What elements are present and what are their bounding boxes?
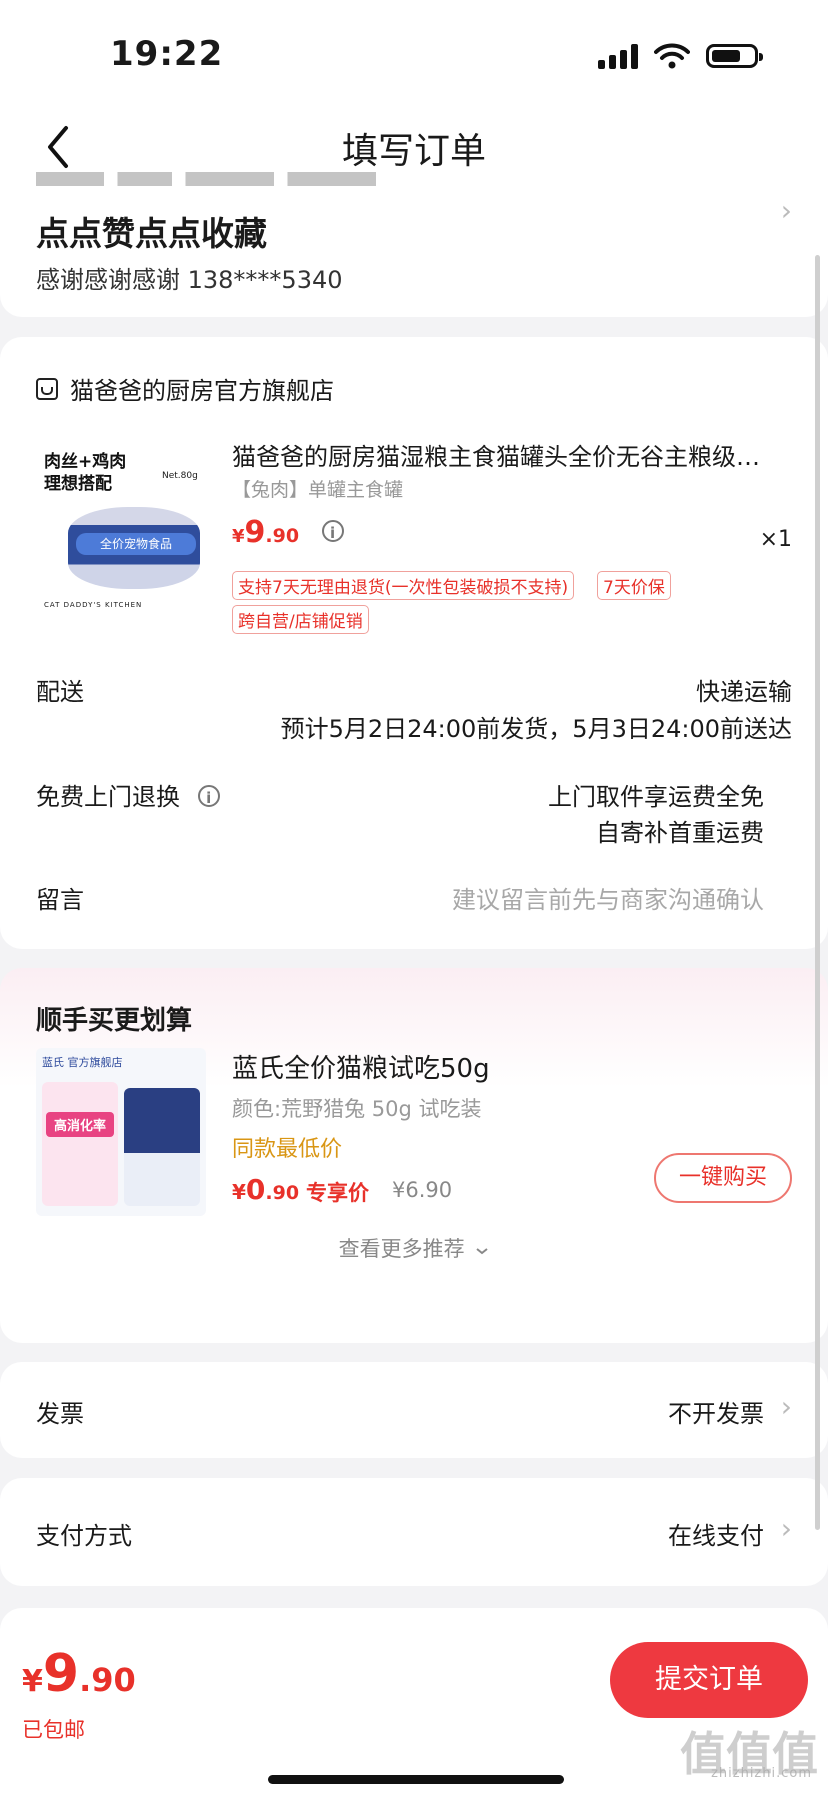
- chevron-right-icon: ›: [780, 194, 792, 227]
- product-image-band: 全价宠物食品: [76, 533, 196, 555]
- return-label: 免费上门退换 i: [36, 777, 220, 812]
- invoice-row[interactable]: 发票 不开发票 ›: [0, 1362, 828, 1458]
- chevron-down-icon: [476, 1248, 488, 1255]
- status-time: 19:22: [110, 34, 224, 74]
- recommend-spec: 颜色:荒野猎兔 50g 试吃装: [232, 1097, 482, 1121]
- total-price: ¥9.90: [22, 1644, 136, 1704]
- product-image-caption: 肉丝+鸡肉 理想搭配: [44, 452, 127, 494]
- recommend-title: 顺手买更划算: [36, 1006, 193, 1036]
- invoice-label: 发票: [36, 1400, 84, 1428]
- product-image-net: Net.80g: [162, 471, 198, 481]
- message-label: 留言: [36, 886, 84, 914]
- product-image[interactable]: 肉丝+鸡肉 理想搭配 Net.80g 全价宠物食品 CAT DADDY'S KI…: [36, 437, 208, 617]
- top-bar: 19:22 填写订单: [0, 0, 828, 185]
- signal-icon: [598, 43, 638, 69]
- info-icon[interactable]: i: [197, 785, 220, 807]
- recommend-image[interactable]: 蓝氏 官方旗舰店 高消化率: [36, 1048, 206, 1216]
- info-icon[interactable]: i: [321, 520, 344, 542]
- more-recommend-link[interactable]: 查看更多推荐: [0, 1233, 828, 1263]
- invoice-value: 不开发票: [668, 1400, 764, 1428]
- recommend-exclusive: 专享价: [306, 1181, 369, 1205]
- product-spec[interactable]: 【兔肉】单罐主食罐: [232, 475, 403, 502]
- chevron-right-icon: ›: [780, 1390, 792, 1423]
- return-line1: 上门取件享运费全免: [548, 783, 764, 811]
- chevron-right-icon: ›: [780, 1512, 792, 1545]
- recommend-original-price: ¥6.90: [392, 1178, 453, 1202]
- image-pink-panel: 高消化率: [42, 1082, 118, 1206]
- address-line-partial: [36, 172, 376, 186]
- tag-promotion: 跨自营/店铺促销: [232, 605, 369, 634]
- product-price: ¥9.90 i: [232, 515, 344, 550]
- message-input[interactable]: 建议留言前先与商家沟通确认: [452, 880, 764, 915]
- recommend-image-head: 蓝氏 官方旗舰店: [42, 1056, 123, 1069]
- free-shipping-label: 已包邮: [22, 1718, 85, 1742]
- delivery-method: 快递运输: [696, 678, 792, 706]
- one-click-buy-button[interactable]: 一键购买: [654, 1153, 792, 1203]
- address-name: 点点赞点点收藏: [36, 214, 267, 253]
- home-indicator[interactable]: [268, 1775, 564, 1784]
- payment-label: 支付方式: [36, 1522, 132, 1550]
- address-contact: 感谢感谢感谢 138****5340: [36, 266, 343, 294]
- delivery-estimate: 预计5月2日24:00前发货，5月3日24:00前送达: [280, 715, 792, 743]
- recommend-low-price: 同款最低价: [232, 1137, 343, 1162]
- battery-icon: [706, 44, 763, 68]
- return-line2: 自寄补首重运费: [596, 819, 764, 847]
- recommend-price: ¥0.90: [232, 1173, 300, 1206]
- shop-row[interactable]: 猫爸爸的厨房官方旗舰店: [36, 371, 334, 406]
- page-title: 填写订单: [341, 131, 486, 172]
- product-image-brand: CAT DADDY'S KITCHEN: [44, 601, 143, 609]
- payment-value: 在线支付: [668, 1522, 764, 1550]
- tag-price-protect: 7天价保: [597, 571, 671, 600]
- delivery-label: 配送: [36, 678, 84, 706]
- recommend-image-badge: 高消化率: [46, 1112, 114, 1137]
- recommend-name[interactable]: 蓝氏全价猫粮试吃50g: [232, 1048, 490, 1085]
- watermark-url: zhizhizhi.com: [711, 1766, 812, 1781]
- scrollbar[interactable]: [815, 255, 820, 1530]
- order-card: 猫爸爸的厨房官方旗舰店 肉丝+鸡肉 理想搭配 Net.80g 全价宠物食品 CA…: [0, 337, 828, 949]
- shop-name: 猫爸爸的厨房官方旗舰店: [70, 377, 334, 405]
- wifi-icon: [654, 43, 690, 69]
- address-card[interactable]: 点点赞点点收藏 感谢感谢感谢 138****5340 ›: [0, 172, 828, 317]
- payment-row[interactable]: 支付方式 在线支付 ›: [0, 1478, 828, 1586]
- product-quantity: ×1: [759, 527, 792, 552]
- shop-icon: [36, 377, 58, 400]
- recommend-card: 顺手买更划算 蓝氏 官方旗舰店 高消化率 蓝氏全价猫粮试吃50g 颜色:荒野猎兔…: [0, 968, 828, 1343]
- image-bag: [124, 1088, 200, 1206]
- tag-return: 支持7天无理由退货(一次性包装破损不支持): [232, 571, 575, 600]
- product-title[interactable]: 猫爸爸的厨房猫湿粮主食猫罐头全价无谷主粮级…: [232, 437, 792, 472]
- submit-order-button[interactable]: 提交订单: [610, 1642, 808, 1718]
- status-icons: [598, 42, 763, 70]
